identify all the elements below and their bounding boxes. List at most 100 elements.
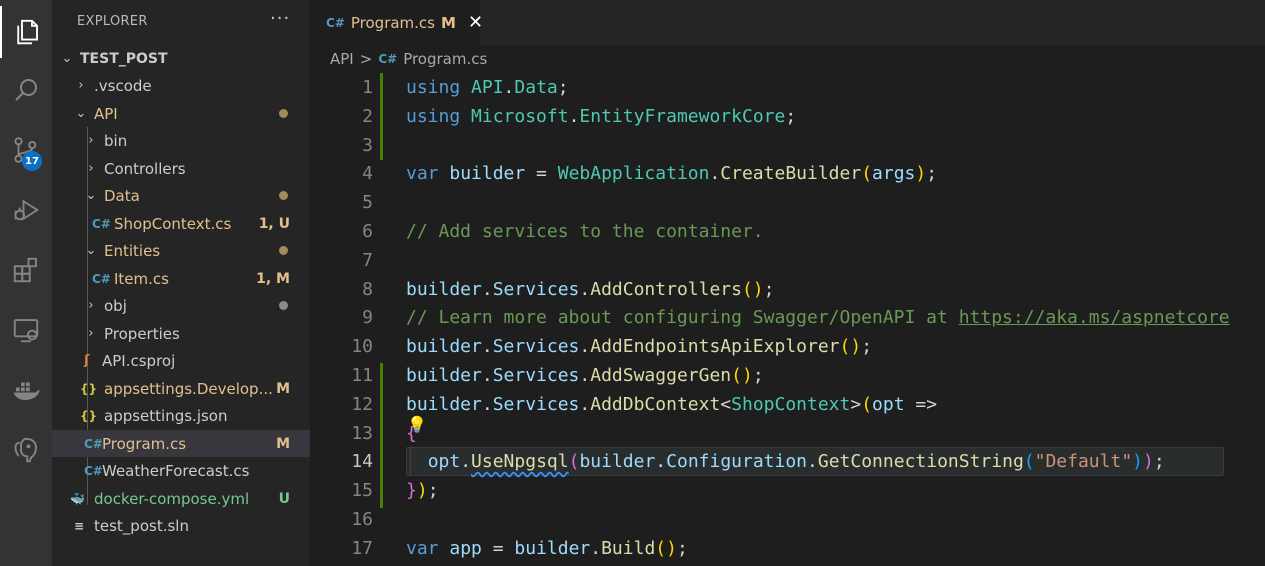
tree-item-properties[interactable]: › Properties [52,320,310,347]
code-token: ; [752,365,764,386]
tree-item-vscode[interactable]: › .vscode [52,72,310,99]
code-line[interactable]: 7 [310,246,1265,275]
code-token: = [481,537,515,559]
code-token: ; [763,278,775,300]
tree-item-obj[interactable]: › obj [52,292,310,319]
tree-item-item-cs[interactable]: C# Item.cs 1, M [52,265,310,292]
explorer-icon[interactable] [0,6,52,58]
code-text: builder.Services.AddEndpointsApiExplorer… [406,332,872,361]
code-editor[interactable]: 1 using API.Data; 2 using Microsoft.EntityF… [310,73,1265,566]
code-line[interactable]: 5 [310,188,1265,217]
extensions-icon[interactable] [0,244,52,296]
code-token: ; [861,336,873,358]
line-number: 5 [362,192,373,214]
code-line[interactable]: 11 builder.Services.AddSwaggerGen(); [310,361,1265,390]
code-token: ; [557,77,569,98]
code-line[interactable]: 4 var builder = WebApplication.CreateBuil… [310,159,1265,188]
tree-item-entities[interactable]: ⌄ Entities [52,237,310,264]
code-line[interactable]: 1 using API.Data; [310,73,1265,102]
code-token: Services [492,278,580,300]
tree-item-api[interactable]: ⌄ API [52,100,310,127]
code-text: using Microsoft.EntityFrameworkCore; [406,102,796,131]
code-token: Services [492,336,580,358]
tree-item-bin[interactable]: › bin [52,127,310,154]
docker-icon[interactable] [0,364,52,416]
postgres-icon[interactable] [0,424,52,476]
tree-item-weatherforecast[interactable]: C# WeatherForecast.cs [52,457,310,484]
code-token: Data [514,77,558,98]
tree-root[interactable]: ⌄ TEST_POST [52,45,310,72]
code-token: . [481,393,493,415]
tab-program-cs[interactable]: C# Program.cs M ✕ [310,0,483,45]
code-token: API [471,77,504,98]
code-token: UseNpgsql [471,451,569,473]
code-token: . [503,77,515,98]
more-actions-button[interactable]: ··· [270,8,290,29]
close-icon[interactable]: ✕ [468,12,483,33]
code-token: ShopContext [731,393,851,415]
code-line[interactable]: 10 builder.Services.AddEndpointsApiExplor… [310,332,1265,361]
line-number: 12 [351,393,373,415]
tree-item-shopcontext[interactable]: C# ShopContext.cs 1, U [52,210,310,237]
code-token: ( [861,393,873,415]
code-token: // Add services to the container. [406,221,764,242]
search-icon[interactable] [0,64,52,116]
code-token: ( [568,451,580,473]
code-token: AddDbContext [590,393,721,415]
code-token: . [481,336,493,358]
code-token: . [579,336,591,358]
code-token: var [406,537,439,559]
tree-item-appsettings[interactable]: {} appsettings.json [52,402,310,429]
code-token: opt [872,393,905,415]
tree-item-program-cs[interactable]: C# Program.cs M [52,430,310,457]
tree-item-data[interactable]: ⌄ Data [52,182,310,209]
code-line[interactable]: 2 using Microsoft.EntityFrameworkCore; [310,102,1265,131]
tree-item-docker-compose[interactable]: 🐳 docker-compose.yml U [52,485,310,512]
breadcrumb-file[interactable]: Program.cs [403,50,487,68]
code-token: . [481,278,493,300]
code-token: EntityFrameworkCore [579,105,786,127]
code-token: builder [406,365,482,386]
explorer-sidebar: EXPLORER ··· ⌄ TEST_POST › .vscode ⌄ API… [52,0,310,566]
code-line[interactable]: 14 opt.UseNpgsql(builder.Configuration.G… [310,447,1265,476]
code-line[interactable]: 13{ [310,419,1265,448]
code-line[interactable]: 9 // Learn more about configuring Swagger… [310,303,1265,332]
modified-dot [279,191,288,200]
lightbulb-icon[interactable]: 💡 [407,415,427,434]
modified-dot [279,109,288,118]
code-line[interactable]: 3 [310,131,1265,160]
breadcrumb-folder[interactable]: API [330,50,354,68]
code-token: = [525,163,558,185]
docker-file-icon: 🐳 [70,491,85,506]
line-number: 10 [351,336,373,358]
code-token: AddEndpointsApiExplorer [590,336,840,358]
csharp-file-icon: C# [84,436,103,451]
tree-item-api-csproj[interactable]: ʃ API.csproj [52,347,310,374]
code-token: args [872,163,916,185]
code-token: WebApplication [557,163,710,185]
code-line[interactable]: 17 var app = builder.Build(); [310,534,1265,563]
code-token: Configuration [666,451,808,473]
line-number: 4 [362,163,373,185]
code-line[interactable]: 6 // Add services to the container. [310,217,1265,246]
code-token: builder [579,451,656,473]
code-token: () [731,365,753,386]
code-line[interactable]: 8 builder.Services.AddControllers(); [310,275,1265,304]
tree-item-appsettings-dev[interactable]: {} appsettings.Develop... M [52,375,310,402]
tree-item-sln[interactable]: ≡ test_post.sln [52,512,310,539]
code-token: app [449,537,482,559]
code-token: "Default" [1034,451,1133,473]
code-line[interactable]: 15}); [310,476,1265,505]
code-line[interactable]: 16 [310,505,1265,534]
remote-explorer-icon[interactable] [0,304,52,356]
chevron-down-icon: ⌄ [75,106,87,121]
code-line[interactable]: 12 builder.Services.AddDbContext<ShopCont… [310,390,1265,419]
run-debug-icon[interactable] [0,184,52,236]
tree-item-controllers[interactable]: › Controllers [52,155,310,182]
line-number: 9 [362,307,373,329]
line-number: 14 [351,451,373,473]
code-token: () [655,537,677,559]
